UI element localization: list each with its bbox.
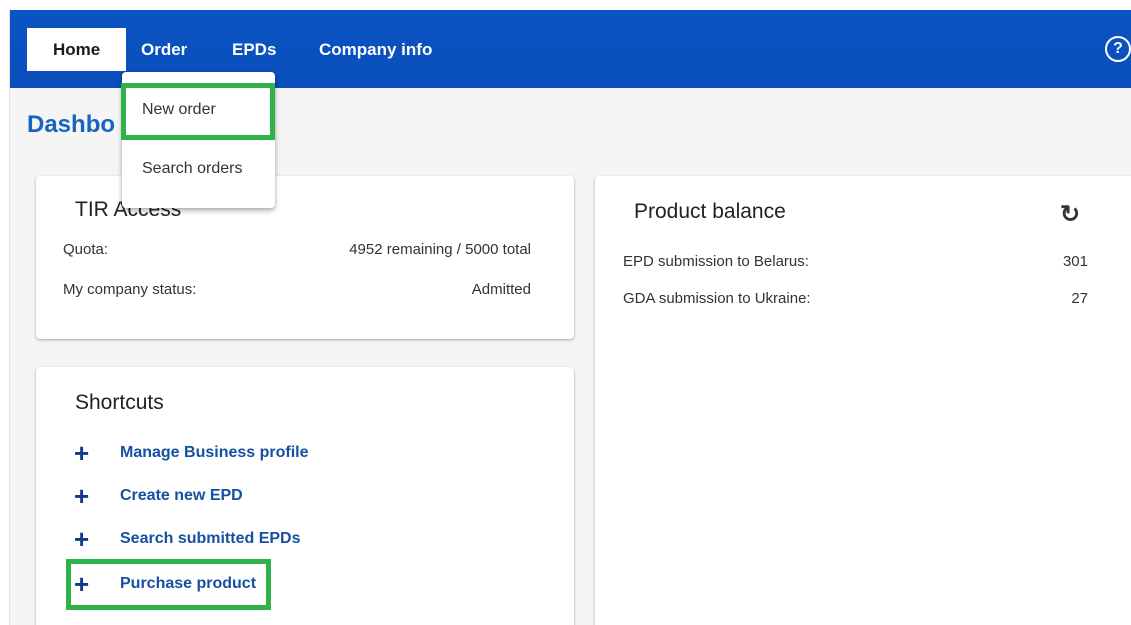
shortcuts-title: Shortcuts (75, 391, 164, 414)
balance-value-ukraine: 27 (1071, 290, 1088, 307)
quota-value: 4952 remaining / 5000 total (349, 241, 531, 258)
nav-order[interactable]: Order (141, 28, 187, 71)
product-balance-title: Product balance (634, 200, 786, 223)
app-window: Home Order EPDs Company info ? Dashbo TI… (10, 10, 1131, 625)
shortcut-label: Create new EPD (120, 487, 243, 504)
help-icon[interactable]: ? (1105, 36, 1131, 62)
frame-top-margin (0, 0, 1131, 10)
frame-left-margin (0, 10, 10, 625)
menu-item-search-orders[interactable]: Search orders (122, 160, 275, 178)
quota-label: Quota: (63, 241, 109, 258)
shortcut-search-submitted-epds[interactable]: + Search submitted EPDs (74, 524, 301, 554)
highlight-purchase-product (66, 559, 271, 610)
refresh-icon[interactable]: ↻ (1060, 200, 1080, 229)
shortcut-create-new-epd[interactable]: + Create new EPD (74, 481, 243, 511)
balance-value-belarus: 301 (1062, 253, 1088, 270)
product-balance-card: Product balance ↻ EPD submission to Bela… (595, 176, 1131, 625)
nav-home[interactable]: Home (27, 28, 127, 71)
shortcut-label: Manage Business profile (120, 444, 309, 461)
plus-icon: + (74, 481, 90, 511)
tir-access-card: TIR Access Quota: 4952 remaining / 5000 … (36, 176, 574, 339)
balance-label-ukraine: GDA submission to Ukraine: (623, 290, 811, 307)
nav-company-info[interactable]: Company info (319, 28, 432, 71)
highlight-new-order (121, 83, 275, 140)
page-title: Dashbo (27, 111, 116, 138)
plus-icon: + (74, 438, 90, 468)
balance-label-belarus: EPD submission to Belarus: (623, 253, 809, 270)
company-status-label: My company status: (63, 281, 197, 298)
company-status-value: Admitted (471, 281, 531, 298)
plus-icon: + (74, 524, 90, 554)
shortcut-label: Search submitted EPDs (120, 530, 301, 547)
shortcut-manage-business-profile[interactable]: + Manage Business profile (74, 438, 309, 468)
nav-epds[interactable]: EPDs (232, 28, 276, 71)
